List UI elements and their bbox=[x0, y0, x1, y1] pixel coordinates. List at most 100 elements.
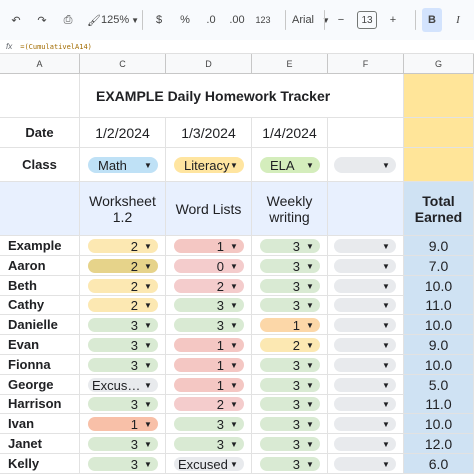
total-earned-cell[interactable]: 7.0 bbox=[404, 256, 474, 276]
undo-icon[interactable]: ↶ bbox=[6, 8, 26, 32]
font-size-increase-button[interactable]: + bbox=[383, 8, 403, 32]
font-select[interactable]: Arial ▼ bbox=[292, 8, 330, 32]
score-dropdown[interactable]: 3 ▼ bbox=[260, 279, 320, 294]
score-dropdown[interactable]: 3 ▼ bbox=[174, 318, 244, 333]
score-dropdown[interactable]: Excused ▼ bbox=[174, 457, 244, 472]
italic-button[interactable]: I bbox=[448, 8, 468, 32]
score-dropdown[interactable]: ▼ bbox=[334, 457, 396, 471]
cell-g-class[interactable] bbox=[404, 148, 474, 182]
score-dropdown[interactable]: 1 ▼ bbox=[88, 417, 158, 432]
score-dropdown[interactable]: 3 ▼ bbox=[88, 457, 158, 472]
total-earned-cell[interactable]: 11.0 bbox=[404, 394, 474, 414]
student-name[interactable]: Danielle bbox=[0, 315, 80, 335]
score-dropdown[interactable]: 3 ▼ bbox=[260, 397, 320, 412]
score-dropdown[interactable]: 0 ▼ bbox=[174, 259, 244, 274]
class-chip-literacy[interactable]: Literacy ▼ bbox=[174, 157, 244, 173]
score-dropdown[interactable]: 2 ▼ bbox=[174, 279, 244, 294]
class-label[interactable]: Class bbox=[0, 148, 80, 182]
column-header-e[interactable]: E bbox=[252, 54, 328, 74]
column-header-d[interactable]: D bbox=[166, 54, 252, 74]
score-dropdown[interactable]: 1 ▼ bbox=[260, 318, 320, 333]
score-dropdown[interactable]: 3 ▼ bbox=[260, 437, 320, 452]
student-name[interactable]: Cathy bbox=[0, 295, 80, 315]
student-name[interactable]: Beth bbox=[0, 276, 80, 296]
decrease-decimals-button[interactable]: .0 bbox=[201, 8, 221, 32]
score-dropdown[interactable]: ▼ bbox=[334, 338, 396, 352]
score-dropdown[interactable]: ▼ bbox=[334, 397, 396, 411]
column-header-c[interactable]: C bbox=[80, 54, 166, 74]
formula-text[interactable]: =(CumulativelA14) bbox=[20, 43, 92, 51]
cell-g-title[interactable] bbox=[404, 74, 474, 118]
student-name[interactable]: George bbox=[0, 375, 80, 395]
student-name[interactable]: Harrison bbox=[0, 394, 80, 414]
score-dropdown[interactable]: 3 ▼ bbox=[260, 239, 320, 254]
score-dropdown[interactable]: 3 ▼ bbox=[88, 437, 158, 452]
score-dropdown[interactable]: 1 ▼ bbox=[174, 338, 244, 353]
student-name[interactable]: Janet bbox=[0, 434, 80, 454]
total-earned-cell[interactable]: 12.0 bbox=[404, 434, 474, 454]
score-dropdown[interactable]: 3 ▼ bbox=[260, 457, 320, 472]
bold-button[interactable]: B bbox=[422, 8, 442, 32]
date-cell[interactable] bbox=[328, 118, 404, 148]
student-name[interactable]: Evan bbox=[0, 335, 80, 355]
score-dropdown[interactable]: 3 ▼ bbox=[174, 417, 244, 432]
score-dropdown[interactable]: 3 ▼ bbox=[88, 358, 158, 373]
score-dropdown[interactable]: ▼ bbox=[334, 239, 396, 253]
date-label[interactable]: Date bbox=[0, 118, 80, 148]
total-earned-cell[interactable]: 10.0 bbox=[404, 414, 474, 434]
score-dropdown[interactable]: 1 ▼ bbox=[174, 378, 244, 393]
score-dropdown[interactable]: ▼ bbox=[334, 378, 396, 392]
assignment-header[interactable] bbox=[328, 182, 404, 236]
score-dropdown[interactable]: 3 ▼ bbox=[260, 358, 320, 373]
score-dropdown[interactable]: 1 ▼ bbox=[174, 239, 244, 254]
currency-format-button[interactable]: $ bbox=[149, 8, 169, 32]
score-dropdown[interactable]: Excus… ▼ bbox=[88, 378, 158, 393]
student-name[interactable]: Ivan bbox=[0, 414, 80, 434]
student-name[interactable]: Kelly bbox=[0, 454, 80, 474]
cell-a-title[interactable] bbox=[0, 74, 80, 118]
increase-decimals-button[interactable]: .00 bbox=[227, 8, 247, 32]
font-size-input[interactable]: 13 bbox=[357, 11, 377, 29]
score-dropdown[interactable]: ▼ bbox=[334, 259, 396, 273]
total-earned-cell[interactable]: 10.0 bbox=[404, 276, 474, 296]
cell-a-assignment[interactable] bbox=[0, 182, 80, 236]
score-dropdown[interactable]: 2 ▼ bbox=[88, 279, 158, 294]
column-header-a[interactable]: A bbox=[0, 54, 80, 74]
class-chip-math[interactable]: Math ▼ bbox=[88, 157, 158, 173]
score-dropdown[interactable]: 3 ▼ bbox=[260, 298, 320, 313]
total-earned-cell[interactable]: 6.0 bbox=[404, 454, 474, 474]
score-dropdown[interactable]: 3 ▼ bbox=[88, 397, 158, 412]
score-dropdown[interactable]: 3 ▼ bbox=[88, 338, 158, 353]
student-name[interactable]: Example bbox=[0, 236, 80, 256]
column-header-f[interactable]: F bbox=[328, 54, 404, 74]
assignment-header[interactable]: Worksheet 1.2 bbox=[80, 182, 166, 236]
date-cell[interactable]: 1/2/2024 bbox=[80, 118, 166, 148]
page-title[interactable]: EXAMPLE Daily Homework Tracker bbox=[80, 74, 404, 118]
date-cell[interactable]: 1/3/2024 bbox=[166, 118, 252, 148]
score-dropdown[interactable]: 1 ▼ bbox=[174, 358, 244, 373]
score-dropdown[interactable]: ▼ bbox=[334, 358, 396, 372]
score-dropdown[interactable]: ▼ bbox=[334, 279, 396, 293]
score-dropdown[interactable]: ▼ bbox=[334, 298, 396, 312]
score-dropdown[interactable]: 3 ▼ bbox=[260, 378, 320, 393]
score-dropdown[interactable]: 2 ▼ bbox=[174, 397, 244, 412]
date-cell[interactable]: 1/4/2024 bbox=[252, 118, 328, 148]
redo-icon[interactable]: ↷ bbox=[32, 8, 52, 32]
score-dropdown[interactable]: 3 ▼ bbox=[88, 318, 158, 333]
total-earned-cell[interactable]: 11.0 bbox=[404, 295, 474, 315]
student-name[interactable]: Aaron bbox=[0, 256, 80, 276]
percent-format-button[interactable]: % bbox=[175, 8, 195, 32]
zoom-select[interactable]: 125% ▼ bbox=[101, 8, 139, 32]
score-dropdown[interactable]: 2 ▼ bbox=[88, 259, 158, 274]
score-dropdown[interactable]: ▼ bbox=[334, 437, 396, 451]
score-dropdown[interactable]: 2 ▼ bbox=[88, 298, 158, 313]
score-dropdown[interactable]: 2 ▼ bbox=[260, 338, 320, 353]
cell-g-date[interactable] bbox=[404, 118, 474, 148]
score-dropdown[interactable]: ▼ bbox=[334, 318, 396, 332]
assignment-header[interactable]: Word Lists bbox=[166, 182, 252, 236]
column-header-g[interactable]: G bbox=[404, 54, 474, 74]
score-dropdown[interactable]: 3 ▼ bbox=[174, 437, 244, 452]
total-earned-cell[interactable]: 9.0 bbox=[404, 236, 474, 256]
font-size-decrease-button[interactable]: − bbox=[331, 8, 351, 32]
total-earned-cell[interactable]: 9.0 bbox=[404, 335, 474, 355]
